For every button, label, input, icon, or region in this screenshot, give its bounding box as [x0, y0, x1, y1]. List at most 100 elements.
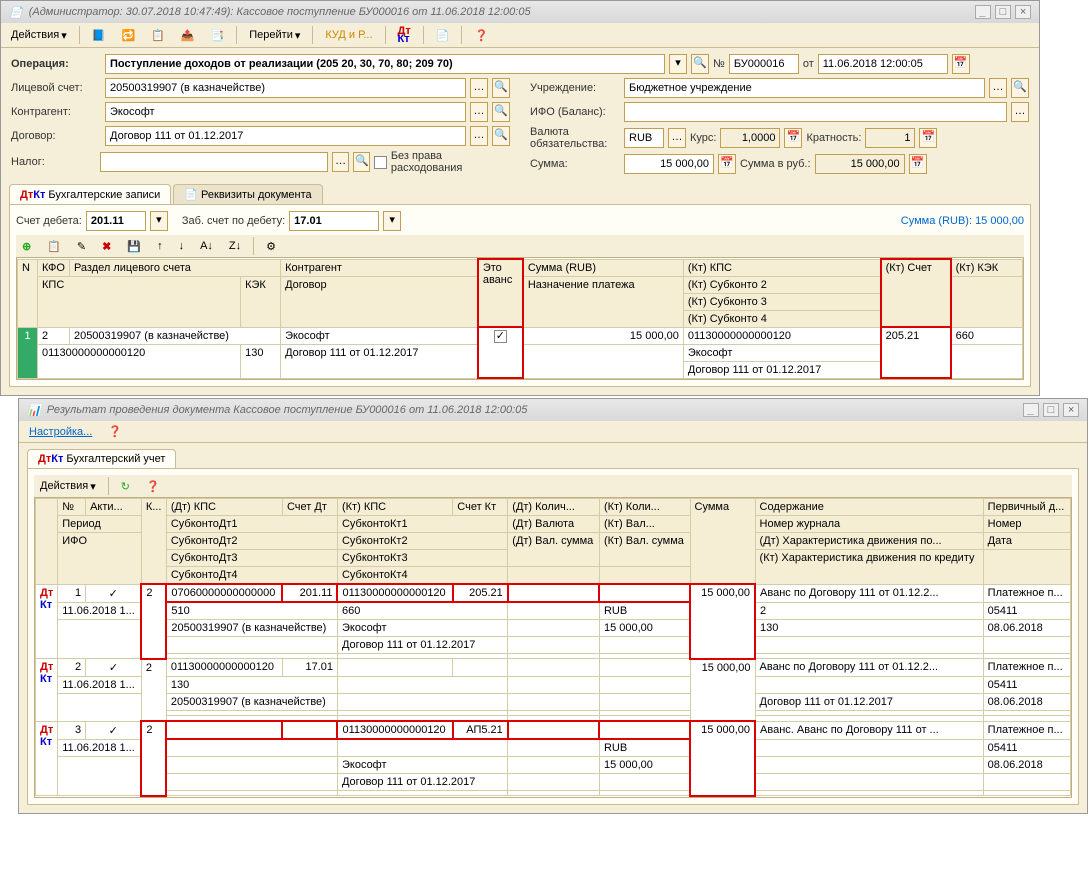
summa-label: Сумма:: [530, 158, 620, 170]
kudir-button[interactable]: КУД и Р...: [319, 27, 378, 43]
uchr-field[interactable]: [624, 78, 985, 98]
col-sub2: (Кт) Субконто 2: [683, 276, 880, 293]
col-avans: Это аванс: [478, 259, 523, 327]
window-title: (Администратор: 30.07.2018 10:47:49): Ка…: [29, 6, 531, 18]
col-kontr: Контрагент: [281, 259, 478, 276]
tab-buh-zapisi[interactable]: ДтКт Бухгалтерские записи: [9, 184, 171, 204]
calendar-icon[interactable]: 📅: [952, 54, 970, 74]
table-row[interactable]: 1 2 20500319907 (в казначействе) Экософт…: [18, 327, 1023, 344]
edit-icon[interactable]: ✎: [71, 238, 92, 255]
add-icon[interactable]: ⊕: [16, 238, 37, 255]
ifo-field[interactable]: [624, 102, 1007, 122]
tab-rekvizity[interactable]: 📄Реквизиты документа: [173, 184, 322, 204]
refresh-icon[interactable]: ↻: [115, 478, 136, 495]
krat-label: Кратность:: [806, 132, 861, 144]
nalog-label: Налог:: [11, 156, 96, 168]
minimize-icon[interactable]: _: [975, 5, 991, 19]
dog-field[interactable]: [105, 126, 466, 146]
zab-label: Заб. счет по дебету:: [182, 215, 285, 227]
ifo-label: ИФО (Баланс):: [530, 106, 620, 118]
summa-rub-label: Сумма в руб.:: [740, 158, 811, 170]
col-n: N: [18, 259, 38, 327]
sort-az-icon[interactable]: A↓: [194, 238, 219, 254]
tool-4[interactable]: 📤: [175, 27, 201, 44]
titlebar-2: 📊 Результат проведения документа Кассово…: [19, 399, 1087, 421]
date-label: от: [803, 58, 814, 70]
sort-za-icon[interactable]: Z↓: [223, 238, 247, 254]
main-toolbar: Действия ▾ 📘 🔁 📋 📤 📑 Перейти ▾ КУД и Р..…: [1, 23, 1039, 48]
settings-icon[interactable]: ⚙: [260, 238, 282, 255]
summa-field[interactable]: [624, 154, 714, 174]
copy-icon[interactable]: 📋: [41, 238, 67, 255]
val-field[interactable]: [624, 128, 664, 148]
col-kt-kek: (Кт) КЭК: [951, 259, 1023, 276]
goto-menu[interactable]: Перейти ▾: [243, 27, 306, 44]
window2-title: Результат проведения документа Кассовое …: [47, 404, 528, 416]
summa-rub-field: [815, 154, 905, 174]
titlebar: 📄 (Администратор: 30.07.2018 10:47:49): …: [1, 1, 1039, 23]
tool-2[interactable]: 🔁: [115, 27, 141, 44]
result-icon: 📊: [27, 404, 41, 417]
help-icon[interactable]: ❓: [468, 27, 494, 44]
settings-button[interactable]: Настройка...: [23, 424, 98, 440]
down-icon[interactable]: ↓: [173, 238, 191, 254]
bez-prava-label: Без права расходования: [391, 150, 510, 174]
actions-menu-2[interactable]: Действия ▾: [34, 478, 102, 495]
date-field[interactable]: [818, 54, 948, 74]
krat-field: [865, 128, 915, 148]
col-kt-schet: (Кт) Счет: [881, 259, 951, 327]
zab-field[interactable]: [289, 211, 379, 231]
dropdown-icon[interactable]: ▾: [669, 54, 687, 74]
col-dogovor: Договор: [281, 276, 478, 327]
val-label: Валюта обязательства:: [530, 126, 620, 150]
minimize-icon[interactable]: _: [1023, 403, 1039, 417]
operation-select[interactable]: [105, 54, 665, 74]
calc-icon[interactable]: 📅: [718, 154, 736, 174]
maximize-icon[interactable]: □: [995, 5, 1011, 19]
col-sub3: (Кт) Субконто 3: [683, 293, 880, 310]
kontr-field[interactable]: [105, 102, 466, 122]
number-field[interactable]: [729, 54, 799, 74]
tool-5[interactable]: 📑: [205, 27, 231, 44]
summa-display: Сумма (RUB): 15 000,00: [901, 215, 1024, 227]
close-icon[interactable]: ×: [1063, 403, 1079, 417]
more-icon[interactable]: …: [470, 78, 488, 98]
ls-field[interactable]: [105, 78, 466, 98]
help-icon[interactable]: ❓: [140, 478, 166, 495]
nalog-field[interactable]: [100, 152, 328, 172]
result-grid[interactable]: № Акти... К... (Дт) КПС Счет Дт (Кт) КПС…: [34, 497, 1072, 798]
kurs-label: Курс:: [690, 132, 716, 144]
col-kps: КПС: [38, 276, 241, 327]
tool-1[interactable]: 📘: [86, 27, 112, 44]
col-sub4: (Кт) Субконто 4: [683, 310, 880, 327]
close-icon[interactable]: ×: [1015, 5, 1031, 19]
up-icon[interactable]: ↑: [151, 238, 169, 254]
kontr-label: Контрагент:: [11, 106, 101, 118]
operation-label: Операция:: [11, 58, 101, 70]
doc-icon: 📄: [9, 6, 23, 19]
col-kfo: КФО: [38, 259, 70, 276]
maximize-icon[interactable]: □: [1043, 403, 1059, 417]
delete-icon[interactable]: ✖: [96, 238, 117, 255]
dtkt-icon[interactable]: ДтКт: [392, 25, 417, 45]
save-icon[interactable]: 💾: [121, 238, 147, 255]
report-icon[interactable]: 📄: [430, 27, 456, 44]
num-label: №: [713, 58, 725, 70]
ls-label: Лицевой счет:: [11, 82, 101, 94]
entries-grid[interactable]: N КФО Раздел лицевого счета Контрагент Э…: [16, 257, 1024, 380]
tab-buh-uchet[interactable]: ДтКт Бухгалтерский учет: [27, 449, 176, 468]
schet-debeta-label: Счет дебета:: [16, 215, 82, 227]
help-icon[interactable]: ❓: [102, 423, 128, 440]
col-razdel: Раздел лицевого счета: [69, 259, 280, 276]
schet-debeta-field[interactable]: [86, 211, 146, 231]
col-kt-kps: (Кт) КПС: [683, 259, 880, 276]
uchr-label: Учреждение:: [530, 82, 620, 94]
bez-prava-checkbox[interactable]: [374, 156, 386, 169]
tool-3[interactable]: 📋: [145, 27, 171, 44]
dog-label: Договор:: [11, 130, 101, 142]
search-icon[interactable]: 🔍: [492, 78, 510, 98]
col-nazn: Назначение платежа: [523, 276, 684, 327]
actions-menu[interactable]: Действия ▾: [5, 27, 73, 44]
avans-checkbox[interactable]: ✓: [494, 330, 507, 343]
search-icon[interactable]: 🔍: [691, 54, 709, 74]
